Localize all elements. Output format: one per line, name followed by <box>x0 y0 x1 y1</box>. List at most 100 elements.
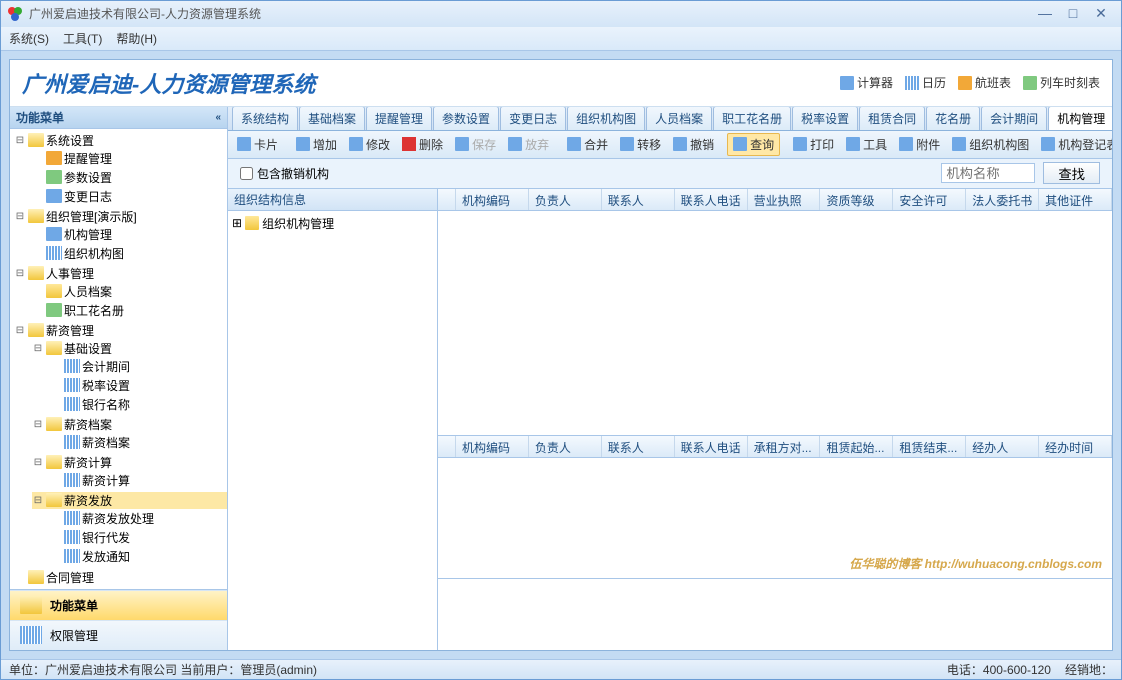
tree-node[interactable]: ⊟薪资档案 <box>32 416 227 433</box>
tree-node[interactable]: 薪资计算 <box>50 472 227 489</box>
tab[interactable]: 花名册 <box>926 107 980 130</box>
menu-system[interactable]: 系统(S) <box>9 30 49 47</box>
grid-header-cell[interactable]: 经办时间 <box>1039 436 1112 457</box>
tool-calculator[interactable]: 计算器 <box>840 74 893 91</box>
tree-node[interactable]: 银行代发 <box>50 529 227 546</box>
grid-header-cell[interactable]: 联系人电话 <box>675 436 748 457</box>
grid-header-cell[interactable]: 其他证件 <box>1039 189 1112 210</box>
toolbar-查询[interactable]: 查询 <box>727 133 780 156</box>
tab[interactable]: 租赁合同 <box>859 107 925 130</box>
grid-header-cell[interactable] <box>438 436 456 457</box>
tree-node[interactable]: 变更日志 <box>32 188 227 205</box>
grid-header-cell[interactable] <box>438 189 456 210</box>
toggle-icon[interactable]: ⊟ <box>32 419 44 430</box>
close-button[interactable]: ✕ <box>1087 5 1115 23</box>
tab[interactable]: 职工花名册 <box>713 107 791 130</box>
grid-header-cell[interactable]: 负责人 <box>529 189 602 210</box>
expand-icon[interactable]: ⊞ <box>232 216 242 230</box>
tab[interactable]: 基础档案 <box>299 107 365 130</box>
tree-node[interactable]: 组织机构图 <box>32 245 227 262</box>
nav-permission[interactable]: 权限管理 <box>10 620 227 650</box>
grid-header-cell[interactable]: 联系人 <box>602 436 675 457</box>
nav-function-menu[interactable]: 功能菜单 <box>10 590 227 620</box>
toggle-icon[interactable]: ⊟ <box>32 495 44 506</box>
include-revoked-checkbox[interactable]: 包含撤销机构 <box>240 165 329 182</box>
toolbar-附件[interactable]: 附件 <box>894 134 945 155</box>
toggle-icon[interactable]: ⊟ <box>14 268 26 279</box>
maximize-button[interactable]: □ <box>1059 5 1087 23</box>
minimize-button[interactable]: — <box>1031 5 1059 23</box>
toolbar-机构登记表[interactable]: 机构登记表 <box>1036 134 1112 155</box>
tab[interactable]: 参数设置 <box>433 107 499 130</box>
toggle-icon[interactable]: ⊟ <box>14 135 26 146</box>
tree-node[interactable]: 提醒管理 <box>32 150 227 167</box>
include-revoked-input[interactable] <box>240 167 253 180</box>
watermark-link[interactable]: http://wuhuacong.cnblogs.com <box>925 557 1102 571</box>
tree-node[interactable]: ⊟薪资发放 <box>32 492 227 509</box>
tab[interactable]: 会计期间 <box>981 107 1047 130</box>
tree-node[interactable]: 机构管理 <box>32 226 227 243</box>
grid-header-cell[interactable]: 资质等级 <box>820 189 893 210</box>
toggle-icon[interactable]: ⊟ <box>32 457 44 468</box>
tab[interactable]: 组织机构图 <box>567 107 645 130</box>
tree-node[interactable]: 会计期间 <box>50 358 227 375</box>
tree-node[interactable]: 合同管理 <box>14 569 227 586</box>
tab[interactable]: 税率设置 <box>792 107 858 130</box>
grid-header-cell[interactable]: 承租方对... <box>748 436 821 457</box>
tree-node[interactable]: 薪资档案 <box>50 434 227 451</box>
tree-node[interactable]: ⊟组织管理[演示版] <box>14 208 227 225</box>
toolbar-撤销[interactable]: 撤销 <box>668 134 719 155</box>
tab[interactable]: 系统结构 <box>232 107 298 130</box>
tree-node[interactable]: 参数设置 <box>32 169 227 186</box>
toggle-icon[interactable]: ⊟ <box>14 325 26 336</box>
grid-header-cell[interactable]: 安全许可 <box>893 189 966 210</box>
grid-header-cell[interactable]: 机构编码 <box>456 436 529 457</box>
tree-node[interactable]: ⊟系统设置 <box>14 132 227 149</box>
tool-calendar[interactable]: 日历 <box>905 74 946 91</box>
tree-node[interactable]: 人员档案 <box>32 283 227 300</box>
tree-node[interactable]: ⊟人事管理 <box>14 265 227 282</box>
tab[interactable]: 提醒管理 <box>366 107 432 130</box>
tree-node[interactable]: 银行名称 <box>50 396 227 413</box>
tree-node[interactable]: 职工花名册 <box>32 302 227 319</box>
tree-node[interactable]: 薪资发放处理 <box>50 510 227 527</box>
tree-node[interactable]: 发放通知 <box>50 548 227 565</box>
toolbar-转移[interactable]: 转移 <box>615 134 666 155</box>
tree-node[interactable]: ⊟薪资计算 <box>32 454 227 471</box>
toolbar-增加[interactable]: 增加 <box>291 134 342 155</box>
tree-node[interactable]: ⊟薪资管理 <box>14 322 227 339</box>
toolbar-工具[interactable]: 工具 <box>841 134 892 155</box>
menu-help[interactable]: 帮助(H) <box>116 30 157 47</box>
toolbar-打印[interactable]: 打印 <box>788 134 839 155</box>
toolbar-组织机构图[interactable]: 组织机构图 <box>947 134 1034 155</box>
tree-node[interactable]: 税率设置 <box>50 377 227 394</box>
collapse-icon[interactable]: « <box>215 112 221 123</box>
grid-header-cell[interactable]: 营业执照 <box>748 189 821 210</box>
nav-tree[interactable]: ⊟系统设置提醒管理参数设置变更日志 ⊟组织管理[演示版]机构管理组织机构图 ⊟人事管… <box>10 129 227 589</box>
org-name-input[interactable] <box>941 163 1035 183</box>
toolbar-删除[interactable]: 删除 <box>397 134 448 155</box>
grid-header-cell[interactable]: 负责人 <box>529 436 602 457</box>
grid-header-cell[interactable]: 租赁结束... <box>893 436 966 457</box>
grid-bottom-body[interactable]: 伍华聪的博客 http://wuhuacong.cnblogs.com <box>438 458 1112 578</box>
grid-header-cell[interactable]: 租赁起始... <box>820 436 893 457</box>
tool-train[interactable]: 列车时刻表 <box>1023 74 1100 91</box>
tab[interactable]: 变更日志 <box>500 107 566 130</box>
grid-header-cell[interactable]: 联系人 <box>602 189 675 210</box>
org-tree-body[interactable]: ⊞ 组织机构管理 <box>228 211 437 650</box>
search-button[interactable]: 查找 <box>1043 162 1100 184</box>
toolbar-卡片[interactable]: 卡片 <box>232 134 283 155</box>
toggle-icon[interactable]: ⊟ <box>14 211 26 222</box>
grid-header-cell[interactable]: 联系人电话 <box>675 189 748 210</box>
tool-flight[interactable]: 航班表 <box>958 74 1011 91</box>
tab[interactable]: 机构管理 <box>1048 107 1112 130</box>
grid-header-cell[interactable]: 法人委托书 <box>966 189 1039 210</box>
tab[interactable]: 人员档案 <box>646 107 712 130</box>
toolbar-合并[interactable]: 合并 <box>562 134 613 155</box>
tree-node[interactable]: ⊟基础设置 <box>32 340 227 357</box>
menu-tools[interactable]: 工具(T) <box>63 30 102 47</box>
toolbar-修改[interactable]: 修改 <box>344 134 395 155</box>
toggle-icon[interactable]: ⊟ <box>32 343 44 354</box>
grid-top-body[interactable] <box>438 211 1112 435</box>
grid-header-cell[interactable]: 机构编码 <box>456 189 529 210</box>
